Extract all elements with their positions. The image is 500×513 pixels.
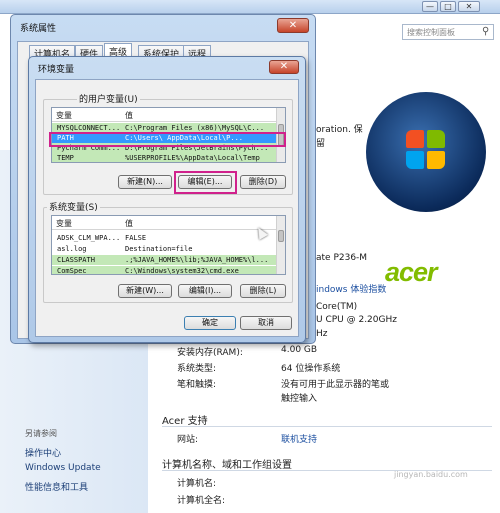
- variable-value: Destination=file: [125, 245, 193, 253]
- system-edit-button[interactable]: 编辑(I)...: [178, 284, 232, 298]
- computer-section-title: 计算机名称、域和工作组设置: [162, 460, 292, 471]
- edit-button-highlight: [174, 171, 237, 194]
- processor-text-1: Core(TM): [316, 302, 358, 312]
- experience-index-link[interactable]: indows 体验指数: [316, 282, 386, 295]
- system-type-value: 64 位操作系统: [281, 364, 341, 374]
- list-item[interactable]: ComSpec C:\Windows\system32\cmd.exe: [52, 266, 285, 275]
- system-variables-list[interactable]: 变量 值 ADSK_CLM_WPA... FALSE asl.log Desti…: [51, 215, 286, 275]
- list-header: 变量 值: [52, 108, 285, 122]
- system-new-button[interactable]: 新建(W)...: [118, 284, 172, 298]
- support-section-title: Acer 支持: [162, 416, 208, 427]
- user-new-button[interactable]: 新建(N)...: [118, 175, 172, 189]
- column-header-value[interactable]: 值: [125, 218, 133, 229]
- sidebar-link-action-center[interactable]: 操作中心: [25, 446, 61, 459]
- see-also-heading: 另请参阅: [25, 429, 57, 438]
- list-item[interactable]: TEMP %USERPROFILE%\AppData\Local\Temp: [52, 153, 285, 162]
- variable-name: asl.log: [57, 245, 87, 253]
- user-delete-button[interactable]: 删除(D): [240, 175, 286, 189]
- list-item[interactable]: CLASSPATH .;%JAVA_HOME%\lib;%JAVA_HOME%\…: [52, 255, 285, 265]
- windows-logo: [366, 92, 486, 212]
- list-item[interactable]: asl.log Destination=file: [52, 244, 285, 254]
- environment-variables-dialog: 环境变量 ✕ 的用户变量(U) 变量 值 MYSQLCONNECT... C:\…: [28, 56, 306, 343]
- vertical-scrollbar[interactable]: [276, 216, 285, 274]
- sidebar-link-performance[interactable]: 性能信息和工具: [25, 480, 88, 493]
- search-icon[interactable]: ⚲: [482, 26, 489, 37]
- list-header: 变量 值: [52, 216, 285, 230]
- sidebar-link-windows-update[interactable]: Windows Update: [25, 463, 101, 473]
- flag-blue-piece: [406, 151, 424, 169]
- user-variables-label: 的用户变量(U): [77, 92, 140, 105]
- processor-text-3: Hz: [316, 329, 328, 339]
- flag-yellow-piece: [427, 151, 445, 169]
- pen-touch-value: 没有可用于此显示器的笔或: [281, 380, 390, 390]
- flag-green-piece: [427, 130, 445, 148]
- variable-name: ADSK_CLM_WPA...: [57, 234, 121, 242]
- list-item[interactable]: ADSK_CLM_WPA... FALSE: [52, 233, 285, 243]
- dialog-title: 系统属性: [20, 24, 57, 34]
- ram-label: 安装内存(RAM):: [177, 348, 243, 358]
- column-header-variable[interactable]: 变量: [56, 218, 72, 229]
- system-delete-button[interactable]: 删除(L): [240, 284, 286, 298]
- variable-name: ComSpec: [57, 267, 87, 275]
- ok-button[interactable]: 确定: [184, 316, 236, 330]
- variable-name: CLASSPATH: [57, 256, 95, 264]
- column-header-value[interactable]: 值: [125, 110, 133, 121]
- watermark: jingyan.baidu.com: [394, 470, 468, 479]
- system-type-label: 系统类型:: [177, 364, 217, 374]
- computer-name-label: 计算机名:: [177, 479, 217, 489]
- close-button[interactable]: ✕: [458, 1, 480, 12]
- variable-value: %USERPROFILE%\AppData\Local\Temp: [125, 154, 260, 162]
- close-button[interactable]: ✕: [277, 18, 309, 33]
- flag-red-piece: [406, 130, 424, 148]
- variable-name: TEMP: [57, 154, 74, 162]
- divider: [162, 426, 492, 427]
- oem-text: oration. 保: [316, 125, 363, 135]
- acer-logo: acer: [385, 257, 438, 287]
- close-button[interactable]: ✕: [269, 60, 299, 74]
- dialog-title: 环境变量: [38, 65, 75, 75]
- path-row-highlight: [49, 132, 286, 147]
- system-variables-label: 系统变量(S): [47, 200, 100, 213]
- column-header-variable[interactable]: 变量: [56, 110, 72, 121]
- computer-full-name-label: 计算机全名:: [177, 496, 226, 506]
- maximize-button[interactable]: □: [440, 1, 456, 12]
- pen-touch-label: 笔和触摸:: [177, 380, 217, 390]
- online-support-link[interactable]: 联机支持: [281, 432, 317, 445]
- minimize-button[interactable]: —: [422, 1, 438, 12]
- cancel-button[interactable]: 取消: [240, 316, 292, 330]
- variable-value: C:\Windows\system32\cmd.exe: [125, 267, 239, 275]
- website-label: 网站:: [177, 435, 199, 445]
- search-input[interactable]: 搜索控制面板: [402, 24, 494, 40]
- ram-value: 4.00 GB: [281, 345, 318, 355]
- scrollbar-thumb[interactable]: [278, 230, 284, 242]
- processor-text-2: U CPU @ 2.20GHz: [316, 315, 397, 325]
- variable-value: .;%JAVA_HOME%\lib;%JAVA_HOME%\l...: [125, 256, 269, 264]
- oem-text-2: 留: [316, 139, 326, 149]
- model-text: ate P236-M: [316, 253, 368, 263]
- pen-touch-value-2: 触控输入: [281, 394, 318, 404]
